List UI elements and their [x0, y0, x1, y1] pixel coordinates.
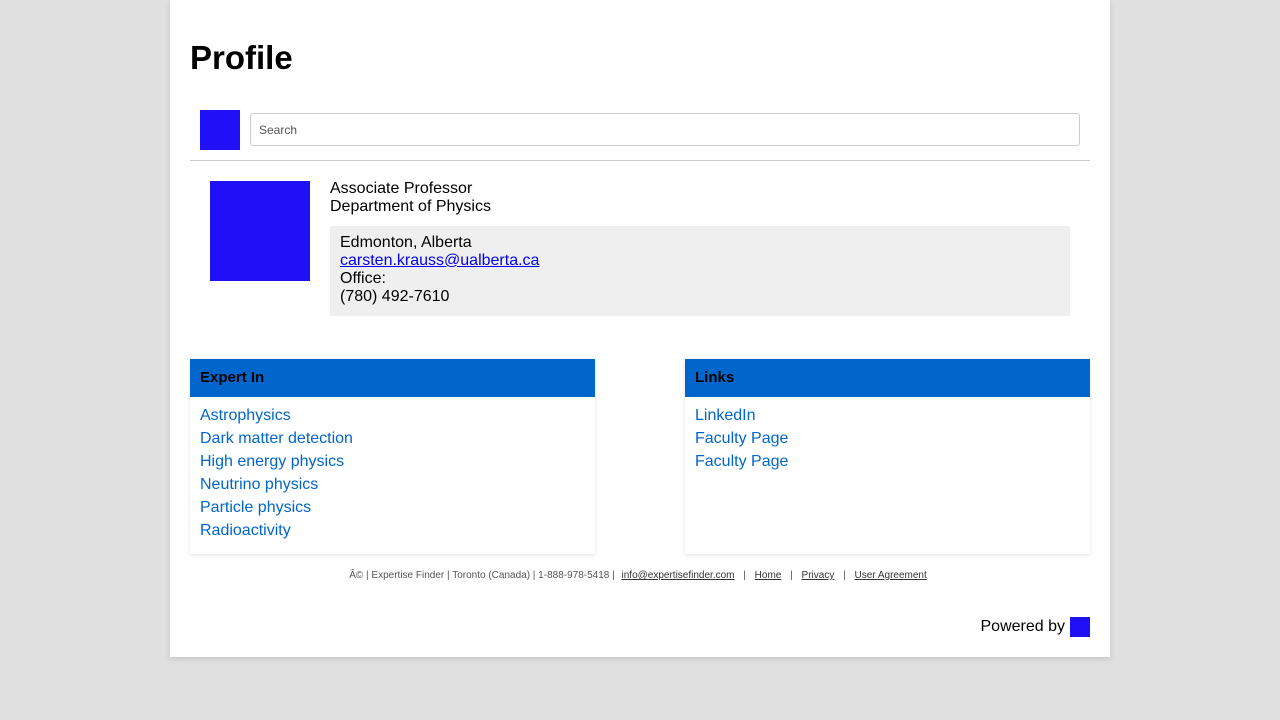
profile-photo: [210, 181, 310, 281]
office-label: Office:: [340, 270, 386, 287]
profile-page: Profile Associate Professor Department o…: [170, 0, 1110, 657]
linkedin-link[interactable]: LinkedIn: [695, 407, 756, 424]
email-link[interactable]: carsten.krauss@ualberta.ca: [340, 252, 1060, 270]
powered-by: Powered by: [980, 617, 1090, 637]
expertise-link[interactable]: Radioactivity: [200, 522, 291, 539]
list-item: Particle physics: [200, 496, 585, 519]
footer-text: Â© | Expertise Finder | Toronto (Canada)…: [349, 570, 615, 581]
faculty-page-link[interactable]: Faculty Page: [695, 430, 788, 447]
links-list: LinkedIn Faculty Page Faculty Page: [685, 397, 1090, 473]
expertise-link[interactable]: Particle physics: [200, 499, 311, 516]
expertise-link[interactable]: High energy physics: [200, 453, 344, 470]
footer-separator: |: [743, 570, 746, 581]
faculty-page-link[interactable]: Faculty Page: [695, 453, 788, 470]
search-bar: [190, 110, 1090, 161]
expertise-link[interactable]: Astrophysics: [200, 407, 291, 424]
powered-by-label: Powered by: [980, 618, 1066, 635]
expertise-link[interactable]: Neutrino physics: [200, 476, 318, 493]
profile-info: Associate Professor Department of Physic…: [330, 180, 1070, 316]
footer-privacy-link[interactable]: Privacy: [802, 570, 835, 581]
list-item: Dark matter detection: [200, 427, 585, 450]
location: Edmonton, Alberta: [340, 234, 472, 251]
page-title: Profile: [190, 39, 293, 76]
brand-logo-icon[interactable]: [200, 110, 240, 150]
list-item: Neutrino physics: [200, 473, 585, 496]
expertise-link[interactable]: Dark matter detection: [200, 430, 353, 447]
department: Department of Physics: [330, 198, 491, 215]
list-item: Radioactivity: [200, 519, 585, 542]
list-item: LinkedIn: [695, 404, 1080, 427]
footer-email-link[interactable]: info@expertisefinder.com: [622, 570, 735, 581]
footer-agreement-link[interactable]: User Agreement: [855, 570, 927, 581]
footer: Â© | Expertise Finder | Toronto (Canada)…: [170, 570, 1110, 582]
expert-in-list: Astrophysics Dark matter detection High …: [190, 397, 595, 542]
list-item: Faculty Page: [695, 450, 1080, 473]
links-header: Links: [685, 359, 1090, 397]
footer-separator: |: [843, 570, 846, 581]
list-item: Astrophysics: [200, 404, 585, 427]
list-item: High energy physics: [200, 450, 585, 473]
position-title: Associate Professor: [330, 180, 473, 197]
footer-home-link[interactable]: Home: [755, 570, 782, 581]
contact-box: Edmonton, Alberta carsten.krauss@ualbert…: [330, 226, 1070, 316]
links-card: Links LinkedIn Faculty Page Faculty Page: [685, 359, 1090, 554]
footer-separator: |: [790, 570, 793, 581]
list-item: Faculty Page: [695, 427, 1080, 450]
search-input[interactable]: [250, 113, 1080, 146]
expert-in-header: Expert In: [190, 359, 595, 397]
powered-by-logo-icon[interactable]: [1070, 617, 1090, 637]
expert-in-card: Expert In Astrophysics Dark matter detec…: [190, 359, 595, 554]
phone-number: (780) 492-7610: [340, 288, 450, 305]
